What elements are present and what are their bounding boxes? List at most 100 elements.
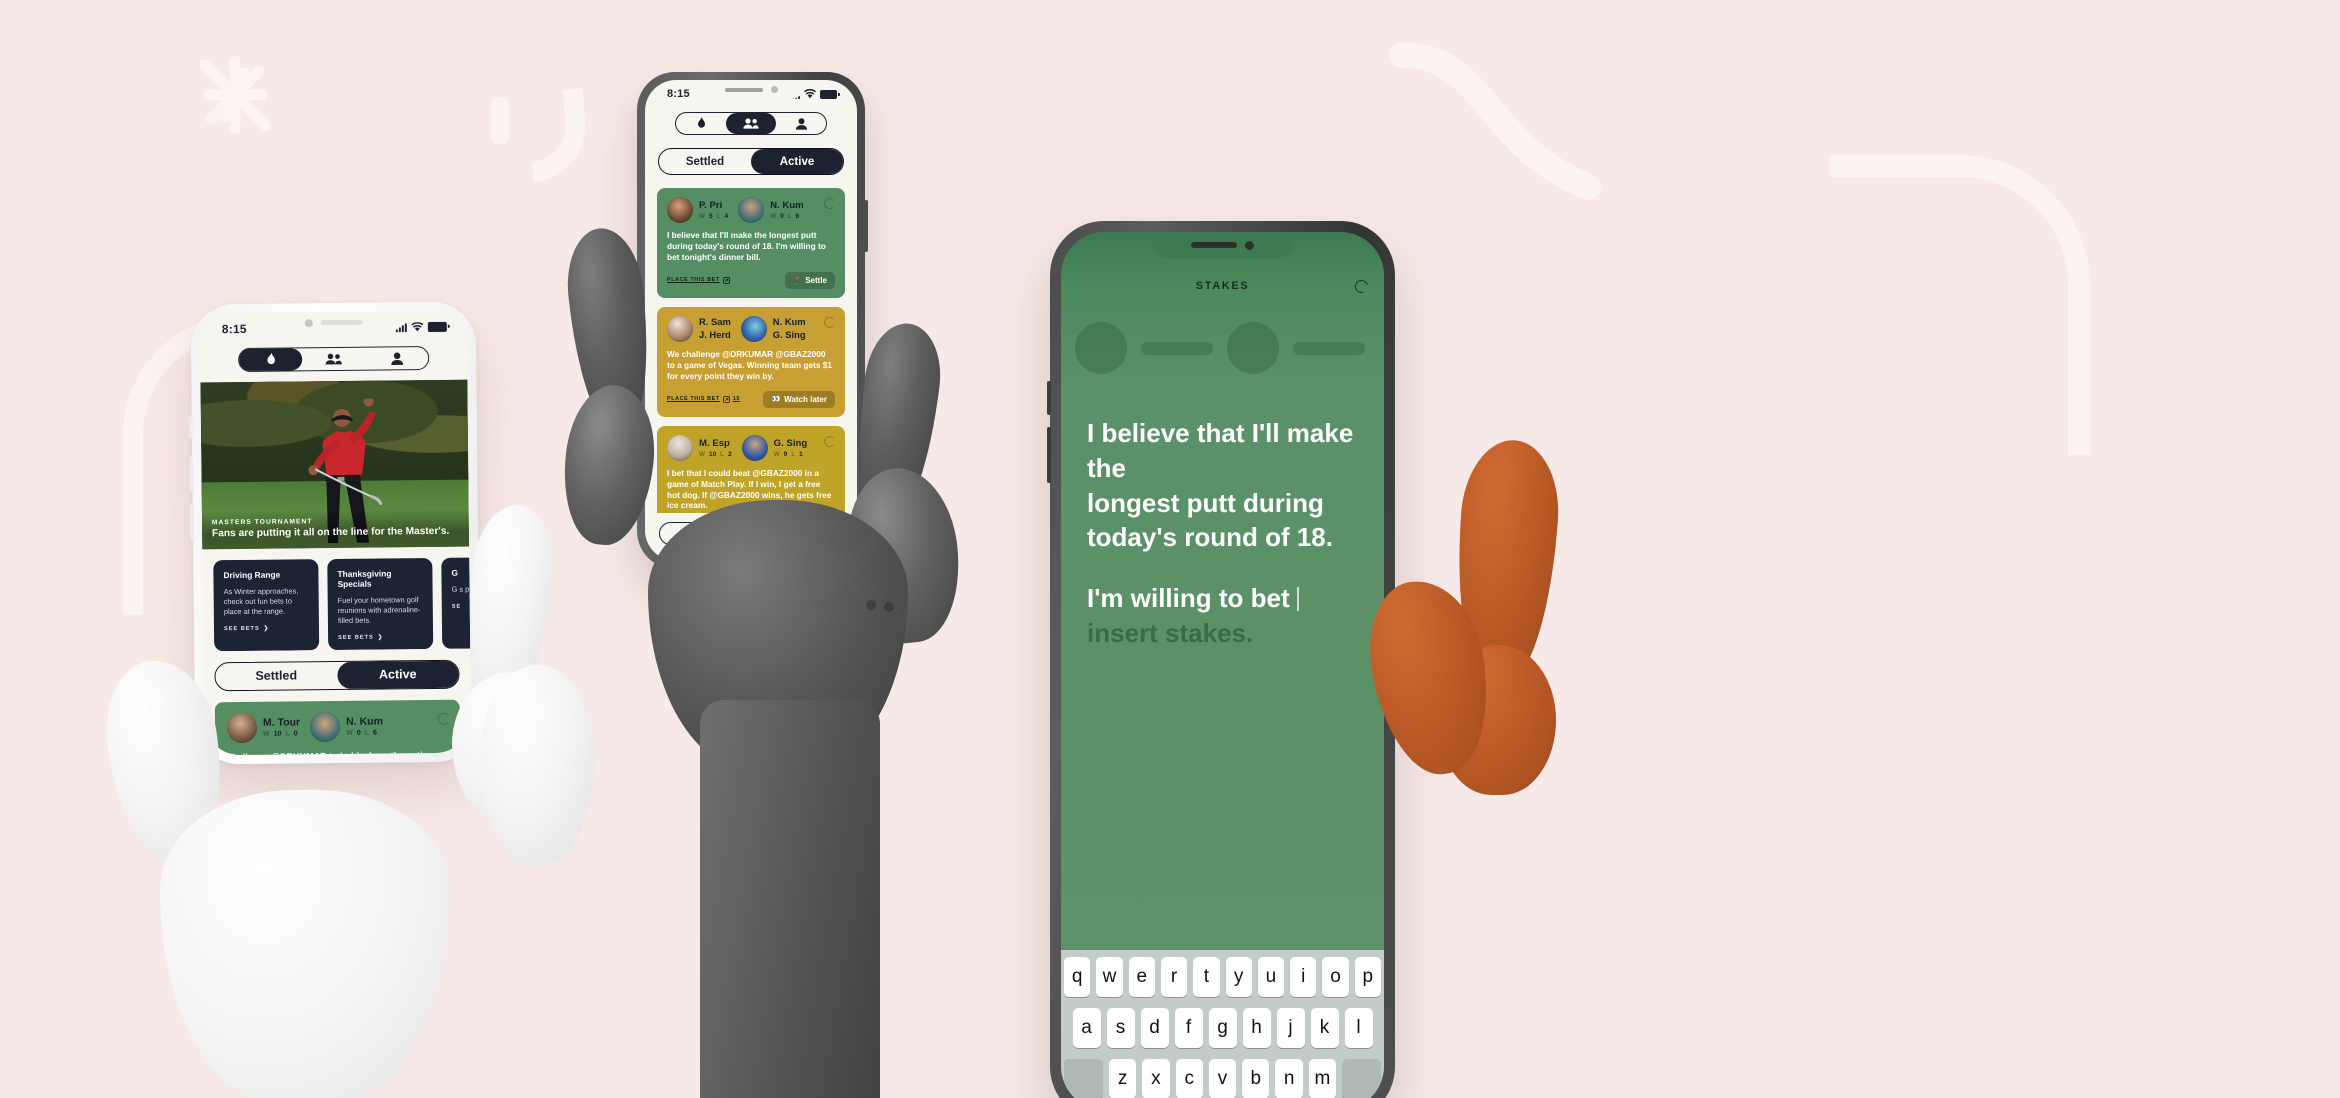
key-x[interactable]: x [1142, 1059, 1170, 1098]
refresh-icon[interactable] [824, 198, 835, 209]
player-record: W 0 L 6 [346, 730, 383, 737]
w-label: W [346, 730, 353, 738]
eyes-icon: 👀 [771, 396, 781, 404]
promo-cta[interactable]: SEE BETS ❯ [338, 634, 423, 640]
bet-card[interactable]: P. Pri W 5 L 4 N. Kum W 0 L 6 I believe … [657, 188, 845, 298]
l-label: L [364, 730, 370, 738]
front-camera-right [1245, 240, 1254, 250]
promo-card[interactable]: G G s p SE [441, 556, 471, 649]
stakes-composer[interactable]: I believe that I'll make the longest put… [1061, 416, 1384, 651]
volume-button-right[interactable] [1047, 381, 1051, 415]
stakes-title: STAKES [1195, 280, 1250, 292]
nav-tab-feed[interactable] [676, 113, 726, 134]
key-q[interactable]: q [1064, 957, 1091, 997]
refresh-icon[interactable] [437, 712, 451, 725]
promo-card[interactable]: Driving Range As Winter approaches, chec… [213, 559, 320, 652]
volume-down-button-right[interactable] [1047, 427, 1051, 483]
refresh-icon[interactable] [824, 435, 835, 447]
key-t[interactable]: t [1193, 957, 1220, 997]
key-l[interactable]: l [1344, 1008, 1373, 1048]
nav-tab-profile[interactable] [365, 347, 428, 370]
wins: 10 [709, 450, 717, 458]
key-w[interactable]: w [1096, 957, 1123, 997]
wrist-gray [700, 700, 880, 1098]
bets-filter-toggle-center[interactable]: Settled Active [658, 148, 844, 175]
key-d[interactable]: d [1140, 1008, 1169, 1048]
watch-later-button[interactable]: 👀 Watch later [763, 390, 835, 408]
key-p[interactable]: p [1354, 957, 1381, 997]
key-f[interactable]: f [1174, 1008, 1203, 1048]
bet-card[interactable]: M. Tour W 10 L 0 N. Kum W 0 L 6 [214, 699, 461, 756]
flame-icon [697, 117, 705, 128]
key-c[interactable]: c [1175, 1059, 1203, 1098]
nav-tab-bets[interactable] [302, 348, 365, 371]
composer-line-4: I'm willing to bet insert stakes. [1087, 581, 1358, 651]
promo-card-list[interactable]: Driving Range As Winter approaches, chec… [213, 556, 471, 652]
tick-doodle-2 [526, 88, 590, 182]
place-this-bet-link[interactable]: PLACE THIS BET 15 [667, 395, 740, 403]
nav-tab-bets[interactable] [726, 113, 776, 134]
losses: 1 [799, 450, 803, 458]
l-label: L [787, 213, 792, 221]
bet-text: We challenge @DRKUMAR @GBAZ2000 to a gam… [667, 348, 832, 381]
status-time: 8:15 [221, 321, 247, 336]
settle-button[interactable]: Settle [785, 271, 835, 289]
key-v[interactable]: v [1208, 1059, 1237, 1098]
onscreen-keyboard[interactable]: q w e r t y u i o p a s d f g h j k l z … [1061, 950, 1384, 1098]
losses: 6 [795, 213, 800, 221]
promo-cta[interactable]: SE [452, 603, 470, 610]
place-this-bet-link[interactable]: PLACE THIS BET [667, 276, 730, 284]
toggle-active[interactable]: Active [751, 149, 843, 174]
shift-key[interactable] [1063, 1059, 1103, 1098]
key-r[interactable]: r [1160, 957, 1188, 997]
stakes-header: STAKES [1061, 277, 1384, 295]
key-u[interactable]: u [1257, 957, 1285, 997]
key-g[interactable]: g [1208, 1008, 1237, 1048]
key-i[interactable]: i [1290, 957, 1317, 997]
key-o[interactable]: o [1322, 957, 1349, 997]
player-b: N. Kum W 0 L 6 [770, 200, 804, 220]
silent-switch-left[interactable] [188, 416, 194, 439]
team-a: R. Sam J. Herd [699, 316, 731, 341]
key-h[interactable]: h [1242, 1008, 1271, 1048]
player-a: P. Pri W 5 L 4 [699, 200, 728, 220]
featured-article-card[interactable]: MASTERS TOURNAMENT Fans are putting it a… [200, 379, 470, 550]
backspace-key[interactable] [1342, 1059, 1382, 1098]
speaker-grille-right [1191, 242, 1237, 248]
key-z[interactable]: z [1108, 1059, 1137, 1098]
key-e[interactable]: e [1128, 957, 1155, 997]
promo-card[interactable]: Thanksgiving Specials Fuel your hometown… [327, 557, 434, 651]
key-n[interactable]: n [1275, 1059, 1303, 1098]
nav-tab-feed[interactable] [239, 348, 303, 371]
bets-filter-toggle-left[interactable]: Settled Active [214, 659, 460, 692]
composer-prefix: I'm willing to bet [1087, 583, 1297, 614]
volume-up-left[interactable] [189, 456, 194, 493]
promo-cta[interactable]: SEE BETS ❯ [224, 625, 309, 632]
external-link-icon [722, 395, 730, 403]
volume-down-left[interactable] [189, 504, 195, 541]
key-a[interactable]: a [1072, 1008, 1101, 1048]
hero-kicker: MASTERS TOURNAMENT [211, 518, 313, 527]
l-label: L [716, 213, 721, 221]
knuckle-dot-1 [866, 600, 876, 610]
hero-headline: Fans are putting it all on the line for … [211, 525, 450, 540]
key-m[interactable]: m [1308, 1059, 1337, 1098]
key-b[interactable]: b [1242, 1059, 1270, 1098]
avatar [310, 711, 341, 743]
power-button-center[interactable] [864, 200, 868, 252]
key-s[interactable]: s [1106, 1008, 1135, 1048]
main-nav-left[interactable] [238, 346, 430, 373]
toggle-settled[interactable]: Settled [215, 662, 337, 690]
toggle-settled[interactable]: Settled [659, 149, 751, 174]
phone-device-center: 8:15 Settled Active P. Pri W 5 L 4 N. Ku… [637, 72, 868, 569]
refresh-icon[interactable] [824, 316, 835, 328]
nav-tab-profile[interactable] [776, 113, 826, 134]
composer-line-3: today's round of 18. [1087, 522, 1333, 553]
key-j[interactable]: j [1276, 1008, 1305, 1048]
speaker-grille-center [724, 87, 763, 92]
key-y[interactable]: y [1225, 957, 1252, 997]
toggle-active[interactable]: Active [336, 660, 459, 689]
main-nav-center[interactable] [675, 112, 827, 135]
bet-card[interactable]: R. Sam J. Herd N. Kum G. Sing We challen… [657, 306, 845, 417]
key-k[interactable]: k [1310, 1008, 1339, 1048]
